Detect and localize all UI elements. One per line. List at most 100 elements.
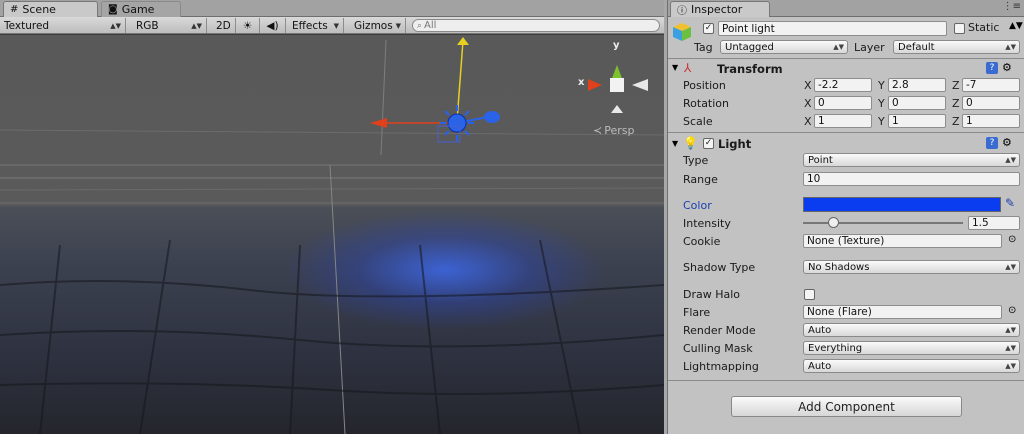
chevron-down-icon: ▼ <box>333 21 339 30</box>
rotation-z-field[interactable]: 0 <box>962 96 1020 110</box>
tab-inspector-label: Inspector <box>691 3 743 16</box>
effects-dropdown[interactable]: Effects ▼ <box>288 18 344 33</box>
inspector-panel: ⓘ Inspector ⋮≡ ✓ Point light Static ▲▼ T… <box>667 0 1024 434</box>
scene-search-input[interactable]: ⌕ All <box>412 19 660 32</box>
2d-toggle[interactable]: 2D <box>212 18 236 33</box>
color-swatch[interactable] <box>803 197 1001 212</box>
color-mode-dropdown[interactable]: RGB ▲▼ <box>132 18 207 33</box>
range-field[interactable]: 10 <box>803 172 1020 186</box>
help-icon[interactable]: ? <box>986 137 998 149</box>
grid-line <box>0 187 664 191</box>
collapse-arrow-icon[interactable]: ▼ <box>672 63 678 72</box>
flare-label: Flare <box>683 306 711 319</box>
scene-toolbar: Textured ▲▼ RGB ▲▼ 2D ☀ ◀) Effects ▼ Gizmos… <box>0 17 664 34</box>
cookie-value: None (Texture) <box>807 235 885 247</box>
persp-label: Persp <box>604 124 635 137</box>
chevron-down-icon: ▲▼ <box>1005 344 1016 352</box>
render-mode-value: Auto <box>808 324 832 336</box>
divider <box>668 132 1024 133</box>
rotation-y-field[interactable]: 0 <box>888 96 946 110</box>
position-label: Position <box>683 79 726 92</box>
tab-game-label: Game <box>121 3 155 16</box>
scale-x-field[interactable]: 1 <box>814 114 872 128</box>
collapse-arrow-icon[interactable]: ▼ <box>672 139 678 148</box>
color-mode-value: RGB <box>136 19 159 32</box>
axis-x-label: X <box>804 97 812 110</box>
tag-label: Tag <box>694 41 713 54</box>
render-mode-dropdown[interactable]: Auto ▲▼ <box>803 323 1020 337</box>
culling-mask-dropdown[interactable]: Everything ▲▼ <box>803 341 1020 355</box>
audio-toggle[interactable]: ◀) <box>260 18 286 33</box>
lightmapping-dropdown[interactable]: Auto ▲▼ <box>803 359 1020 373</box>
position-y-field[interactable]: 2.8 <box>888 78 946 92</box>
point-light-icon[interactable] <box>437 105 474 143</box>
intensity-slider-thumb[interactable] <box>828 217 840 228</box>
light-enabled-checkbox[interactable]: ✓ <box>703 138 714 149</box>
help-icon[interactable]: ? <box>986 62 998 74</box>
scene-viewport[interactable]: y x ≺ Persp <box>0 35 664 434</box>
scene-tab-icon: # <box>10 4 19 15</box>
axis-y-label: Y <box>878 79 885 92</box>
gear-icon[interactable]: ⚙ <box>1002 61 1012 74</box>
intensity-slider-track[interactable] <box>803 222 963 224</box>
layer-dropdown[interactable]: Default ▲▼ <box>893 40 1020 54</box>
static-label: Static <box>968 21 1000 34</box>
tab-inspector[interactable]: ⓘ Inspector <box>670 1 770 17</box>
draw-mode-dropdown[interactable]: Textured ▲▼ <box>0 18 126 33</box>
tag-dropdown[interactable]: Untagged ▲▼ <box>720 40 848 54</box>
x-axis-arrow[interactable] <box>370 118 387 128</box>
object-picker-icon[interactable]: ⊙ <box>1008 305 1016 316</box>
chevron-down-icon: ▲▼ <box>110 21 121 30</box>
projection-toggle[interactable]: ≺ Persp <box>593 124 634 137</box>
object-name-field[interactable]: Point light <box>718 21 947 36</box>
color-label: Color <box>683 199 712 212</box>
rotation-y-value: 0 <box>892 97 899 109</box>
position-x-field[interactable]: -2.2 <box>814 78 872 92</box>
add-component-button[interactable]: Add Component <box>731 396 962 417</box>
scale-z-field[interactable]: 1 <box>962 114 1020 128</box>
transform-title: Transform <box>717 62 783 76</box>
position-x-value: -2.2 <box>818 79 839 91</box>
flare-value: None (Flare) <box>807 306 872 318</box>
shadow-type-dropdown[interactable]: No Shadows ▲▼ <box>803 260 1020 274</box>
sun-icon: ☀ <box>242 19 253 32</box>
orientation-gizmo[interactable] <box>588 65 648 113</box>
grid-line <box>0 129 664 136</box>
light-title: Light <box>718 137 752 151</box>
tab-scene[interactable]: # Scene <box>3 1 98 17</box>
y-axis-arrow[interactable] <box>457 37 469 45</box>
gameobject-cube-icon <box>672 22 692 42</box>
intensity-field[interactable]: 1.5 <box>968 216 1020 230</box>
chevron-down-icon: ▲▼ <box>191 21 202 30</box>
light-type-dropdown[interactable]: Point ▲▼ <box>803 153 1020 167</box>
active-checkbox[interactable]: ✓ <box>703 23 714 34</box>
cookie-label: Cookie <box>683 235 721 248</box>
axis-y-label: Y <box>878 97 885 110</box>
gizmos-dropdown[interactable]: Gizmos ▼ <box>350 18 406 33</box>
gear-icon[interactable]: ⚙ <box>1002 136 1012 149</box>
chevron-down-icon: ▲▼ <box>1005 362 1016 370</box>
flare-field[interactable]: None (Flare) <box>803 305 1002 319</box>
scene-panel: # Scene ◙ Game Textured ▲▼ RGB ▲▼ 2D ☀ ◀) … <box>0 0 664 434</box>
axis-x-label: X <box>804 79 812 92</box>
scale-y-field[interactable]: 1 <box>888 114 946 128</box>
z-axis-arrow[interactable] <box>484 111 500 123</box>
position-y-value: 2.8 <box>892 79 909 91</box>
scale-label: Scale <box>683 115 713 128</box>
draw-halo-checkbox[interactable] <box>804 289 815 300</box>
panel-menu-icon[interactable]: ⋮≡ <box>1003 1 1021 12</box>
lighting-toggle[interactable]: ☀ <box>236 18 260 33</box>
axis-x-label: X <box>804 115 812 128</box>
layer-value: Default <box>898 41 935 53</box>
tab-game[interactable]: ◙ Game <box>101 1 181 17</box>
static-dropdown-arrow[interactable]: ▲▼ <box>1009 21 1023 31</box>
position-z-field[interactable]: -7 <box>962 78 1020 92</box>
static-checkbox[interactable] <box>954 23 965 34</box>
search-placeholder: All <box>424 20 437 31</box>
eyedropper-icon[interactable]: ✎ <box>1005 196 1015 210</box>
rotation-z-value: 0 <box>966 97 973 109</box>
object-picker-icon[interactable]: ⊙ <box>1008 234 1016 245</box>
rotation-x-value: 0 <box>818 97 825 109</box>
rotation-x-field[interactable]: 0 <box>814 96 872 110</box>
cookie-field[interactable]: None (Texture) <box>803 234 1002 248</box>
